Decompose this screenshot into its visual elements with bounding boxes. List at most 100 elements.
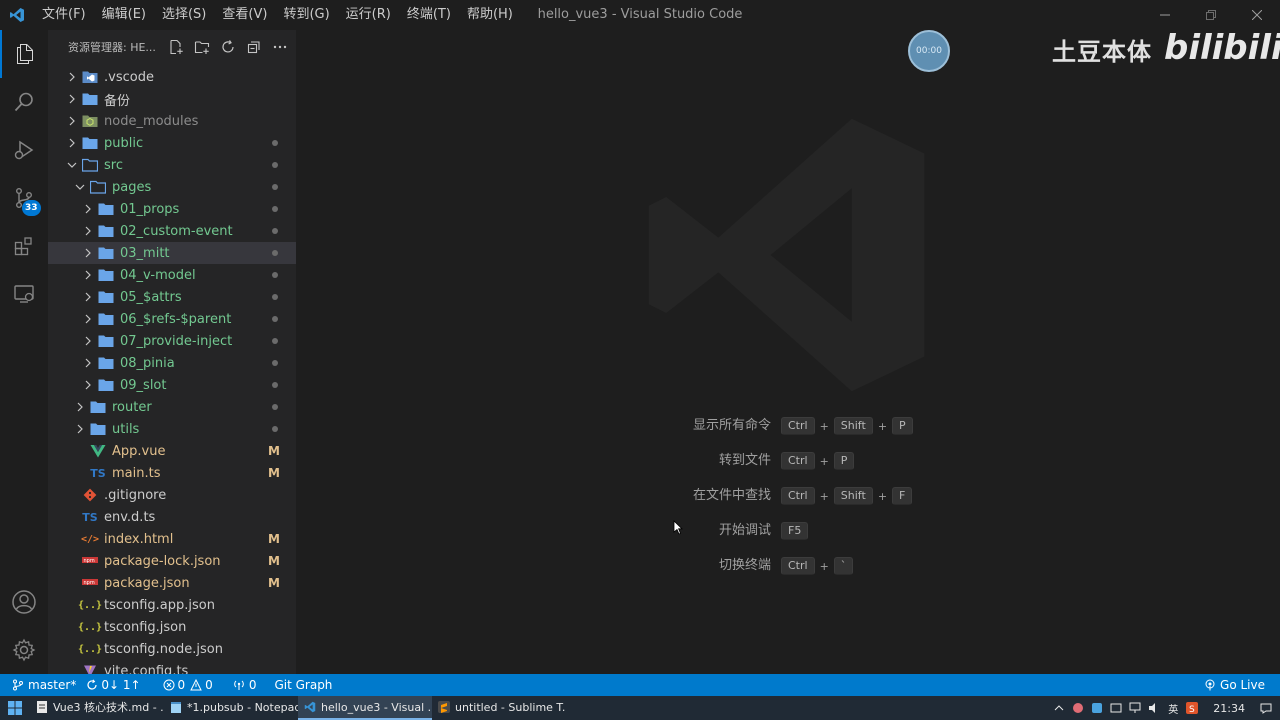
sync-status[interactable]: 0↓ 1↑	[81, 674, 145, 696]
search-icon[interactable]	[0, 78, 48, 126]
branch-status[interactable]: master*	[0, 674, 81, 696]
chevron-right-icon[interactable]	[72, 421, 88, 437]
explorer-icon[interactable]	[0, 30, 48, 78]
tree-item[interactable]: 02_custom-event	[48, 220, 296, 242]
run-debug-icon[interactable]	[0, 126, 48, 174]
chevron-right-icon[interactable]	[80, 355, 96, 371]
problems-status[interactable]: 0 0	[158, 674, 218, 696]
tree-item[interactable]: 05_$attrs	[48, 286, 296, 308]
chevron-down-icon[interactable]	[64, 157, 80, 173]
tree-item[interactable]: pages	[48, 176, 296, 198]
tree-item[interactable]: npm package.json M	[48, 572, 296, 594]
tree-item[interactable]: TS main.ts M	[48, 462, 296, 484]
chevron-right-icon[interactable]	[80, 377, 96, 393]
chevron-down-icon[interactable]	[72, 179, 88, 195]
chevron-right-icon[interactable]	[80, 223, 96, 239]
tree-item[interactable]: 01_props	[48, 198, 296, 220]
more-actions-icon[interactable]	[270, 37, 290, 57]
new-file-icon[interactable]	[166, 37, 186, 57]
tray-app-icon-1[interactable]	[1072, 702, 1084, 714]
tree-item[interactable]: 03_mitt	[48, 242, 296, 264]
tree-item[interactable]: node_modules	[48, 110, 296, 132]
close-icon[interactable]	[1234, 0, 1280, 30]
menu-item-4[interactable]: 转到(G)	[275, 0, 337, 30]
tree-item[interactable]: TS env.d.ts	[48, 506, 296, 528]
sogou-ime-icon[interactable]: S	[1186, 702, 1199, 714]
taskbar-app-sublime[interactable]: untitled - Sublime T...	[432, 696, 566, 720]
notification-icon[interactable]	[1260, 702, 1272, 714]
tree-item[interactable]: App.vue M	[48, 440, 296, 462]
taskbar-app-vscode[interactable]: hello_vue3 - Visual ...	[298, 696, 432, 720]
input-method-label[interactable]: 英	[1167, 702, 1179, 716]
go-live-button[interactable]: Go Live	[1199, 674, 1270, 696]
volume-icon[interactable]	[1148, 702, 1160, 714]
vscode-logo-icon[interactable]	[0, 0, 34, 30]
menu-item-1[interactable]: 编辑(E)	[94, 0, 154, 30]
chevron-right-icon[interactable]	[80, 267, 96, 283]
tree-item[interactable]: 备份	[48, 88, 296, 110]
menu-item-7[interactable]: 帮助(H)	[459, 0, 521, 30]
tree-item[interactable]: vite.config.ts	[48, 660, 296, 674]
tree-item[interactable]: 09_slot	[48, 374, 296, 396]
typora-icon	[36, 701, 48, 713]
show-hidden-icons-icon[interactable]	[1053, 702, 1065, 714]
chevron-right-icon[interactable]	[72, 399, 88, 415]
account-icon[interactable]	[0, 578, 48, 626]
collapse-all-icon[interactable]	[244, 37, 264, 57]
settings-gear-icon[interactable]	[0, 626, 48, 674]
taskbar-app-typora[interactable]: Vue3 核心技术.md - ...	[30, 696, 164, 720]
chevron-right-icon[interactable]	[80, 333, 96, 349]
keybinding-key: `	[833, 557, 854, 575]
tree-item[interactable]: utils	[48, 418, 296, 440]
ports-status[interactable]: 0	[228, 674, 262, 696]
chevron-right-icon[interactable]	[64, 135, 80, 151]
chevron-right-icon[interactable]	[80, 201, 96, 217]
minimize-icon[interactable]	[1142, 0, 1188, 30]
tree-item[interactable]: public	[48, 132, 296, 154]
chevron-right-icon[interactable]	[64, 69, 80, 85]
chevron-right-icon[interactable]	[64, 91, 80, 107]
chevron-right-icon[interactable]	[80, 311, 96, 327]
folder-open-icon	[82, 157, 98, 173]
taskbar-app-notepad[interactable]: *1.pubsub - Notepad	[164, 696, 298, 720]
tree-item[interactable]: 08_pinia	[48, 352, 296, 374]
tree-item[interactable]: </> index.html M	[48, 528, 296, 550]
new-folder-icon[interactable]	[192, 37, 212, 57]
tree-item[interactable]: 06_$refs-$parent	[48, 308, 296, 330]
source-control-icon[interactable]: 33	[0, 174, 48, 222]
chevron-right-icon[interactable]	[80, 289, 96, 305]
tree-item[interactable]: router	[48, 396, 296, 418]
restore-icon[interactable]	[1188, 0, 1234, 30]
refresh-icon[interactable]	[218, 37, 238, 57]
shortcut-label: 在文件中查找	[692, 488, 771, 503]
activity-bar: 33	[0, 30, 48, 674]
menu-item-3[interactable]: 查看(V)	[214, 0, 275, 30]
tree-item[interactable]: .vscode	[48, 66, 296, 88]
tree-item[interactable]: 07_provide-inject	[48, 330, 296, 352]
menu-item-0[interactable]: 文件(F)	[34, 0, 94, 30]
key-plus: +	[819, 489, 829, 503]
tree-item[interactable]: src	[48, 154, 296, 176]
tree-item[interactable]: npm package-lock.json M	[48, 550, 296, 572]
tree-item[interactable]: .gitignore	[48, 484, 296, 506]
chevron-right-icon[interactable]	[64, 113, 80, 129]
sync-counts: 0↓ 1↑	[101, 678, 141, 692]
tree-item[interactable]: {..} tsconfig.app.json	[48, 594, 296, 616]
tree-item[interactable]: {..} tsconfig.json	[48, 616, 296, 638]
taskbar-clock[interactable]: 21:34	[1213, 702, 1245, 715]
windows-start-icon[interactable]	[0, 696, 30, 720]
keybinding-key: Ctrl	[781, 557, 815, 575]
extensions-icon[interactable]	[0, 222, 48, 270]
menu-item-5[interactable]: 运行(R)	[338, 0, 399, 30]
menu-item-6[interactable]: 终端(T)	[399, 0, 459, 30]
tray-app-icon-2[interactable]	[1091, 702, 1103, 714]
tree-item-label: utils	[112, 421, 140, 437]
chevron-right-icon[interactable]	[80, 245, 96, 261]
tree-item[interactable]: {..} tsconfig.node.json	[48, 638, 296, 660]
git-graph-button[interactable]: Git Graph	[269, 674, 337, 696]
menu-item-2[interactable]: 选择(S)	[154, 0, 214, 30]
network-icon[interactable]	[1129, 702, 1141, 714]
tray-app-icon-3[interactable]	[1110, 702, 1122, 714]
tree-item[interactable]: 04_v-model	[48, 264, 296, 286]
remote-explorer-icon[interactable]	[0, 270, 48, 318]
